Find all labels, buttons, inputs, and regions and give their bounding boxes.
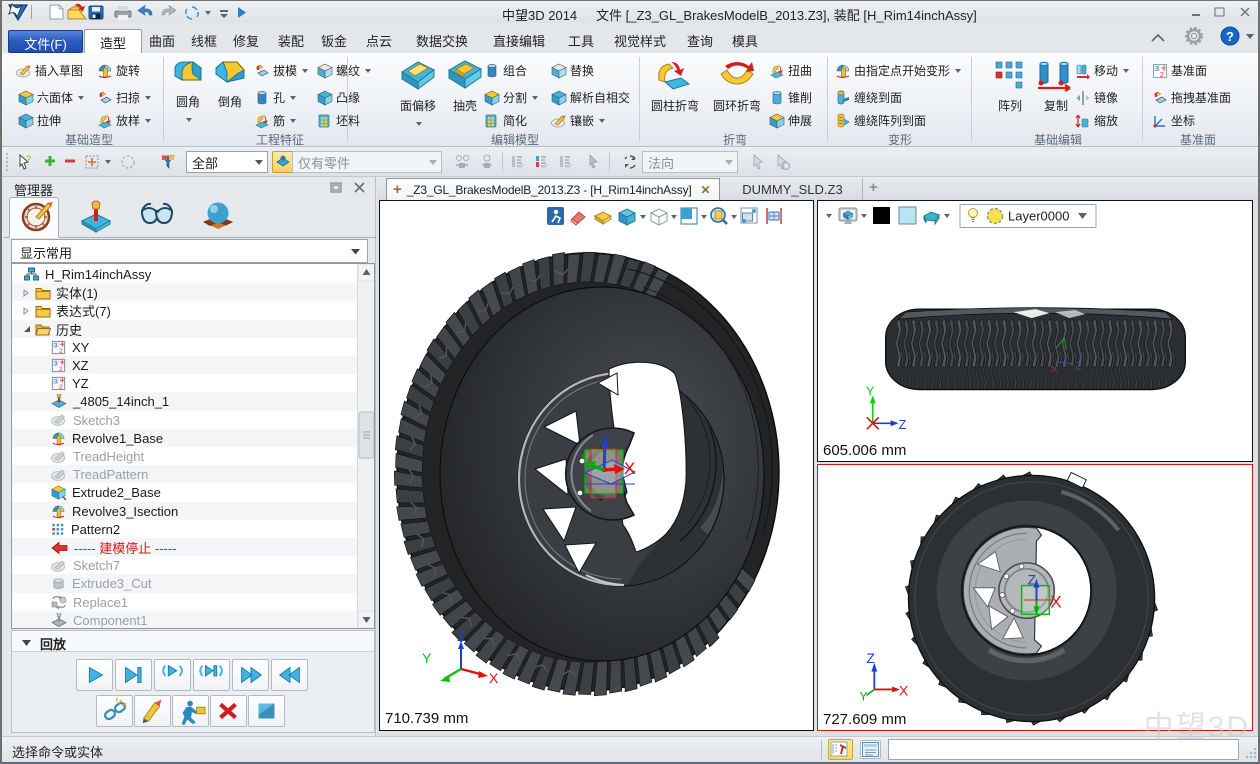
svg-text:Y: Y <box>422 650 432 666</box>
svg-text:3: 3 <box>1155 66 1159 73</box>
svg-text:Y: Y <box>866 383 875 398</box>
svg-text:?: ? <box>26 154 31 164</box>
svg-text:Z: Z <box>599 430 607 445</box>
svg-text:?: ? <box>1226 29 1234 44</box>
svg-text:Z: Z <box>899 417 907 432</box>
svg-text:X: X <box>624 459 635 478</box>
svg-text:X: X <box>899 682 908 698</box>
svg-text:3: 3 <box>54 361 58 368</box>
svg-text:3: 3 <box>54 379 58 386</box>
svg-text:Z: Z <box>866 650 875 666</box>
svg-text:Z: Z <box>1075 361 1082 373</box>
svg-text:Y: Y <box>859 689 867 703</box>
svg-text:X: X <box>1050 592 1061 611</box>
svg-text:2: 2 <box>59 348 63 355</box>
svg-text:2: 2 <box>59 366 63 373</box>
svg-text:2: 2 <box>59 384 63 391</box>
svg-text:Z: Z <box>457 628 466 644</box>
svg-text:3: 3 <box>54 342 58 349</box>
svg-text:X: X <box>489 670 499 686</box>
svg-text:Z: Z <box>1028 572 1037 588</box>
svg-text:2: 2 <box>1160 72 1164 79</box>
